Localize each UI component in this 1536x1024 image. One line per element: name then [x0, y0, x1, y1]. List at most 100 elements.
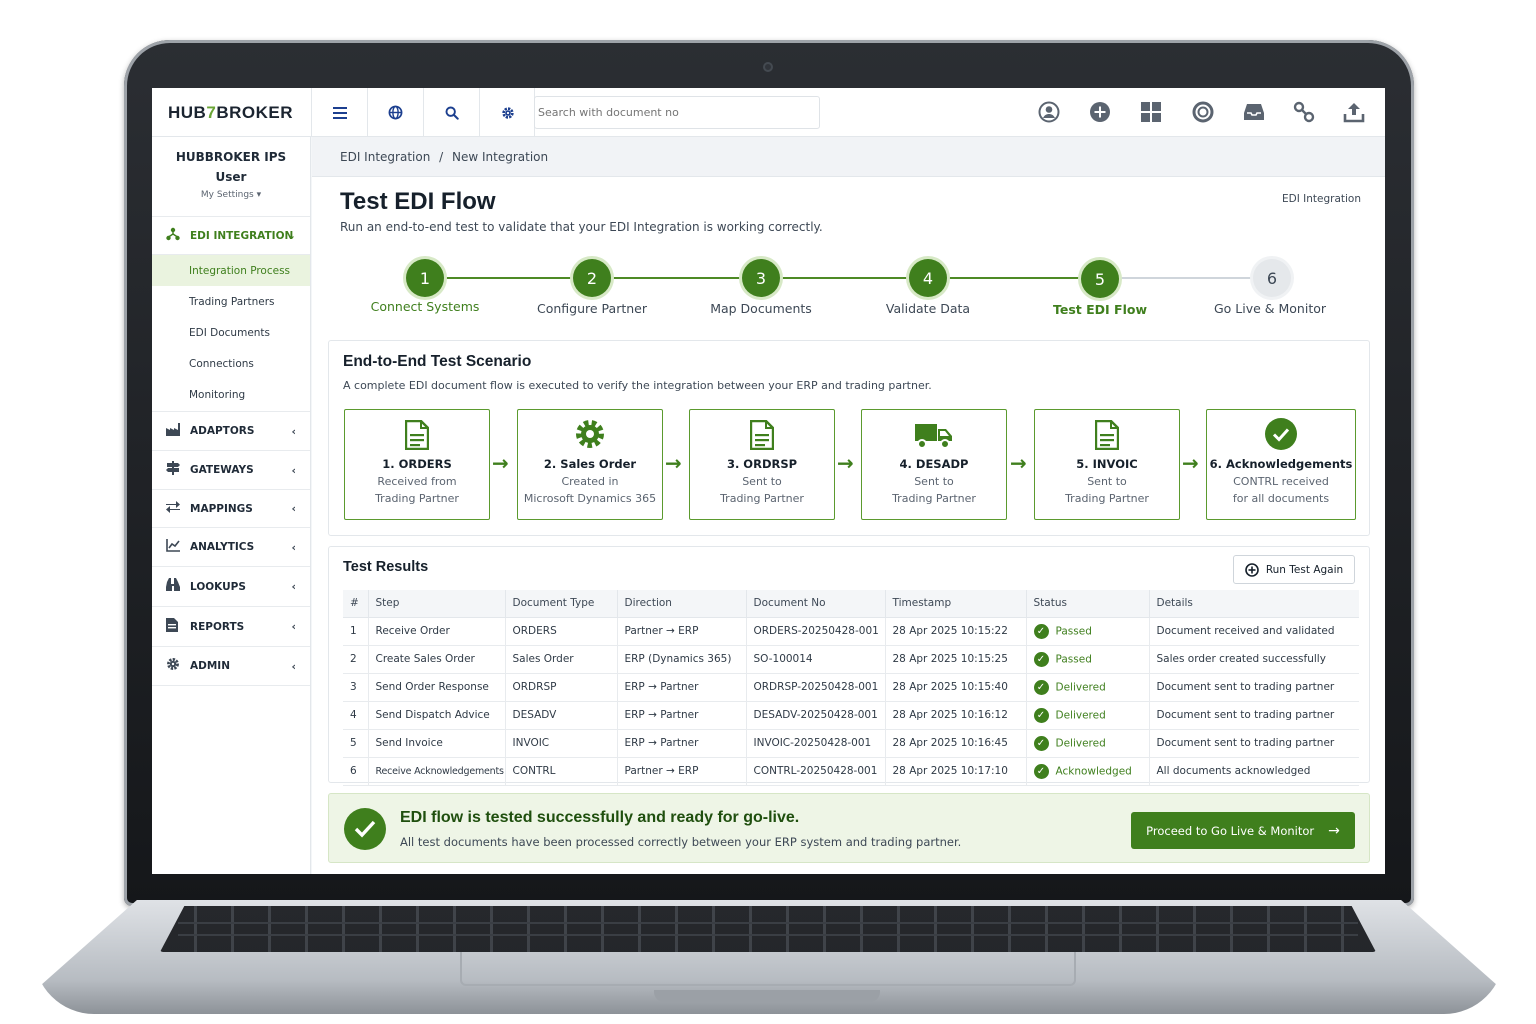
sidebar-group-mappings[interactable]: MAPPINGS ‹ [152, 490, 310, 528]
app-screen: HUB7BROKER Search with document no HUBBR… [152, 88, 1385, 874]
sidebar-item-trading-partners[interactable]: Trading Partners [152, 286, 310, 317]
plus-circle-icon[interactable] [1089, 101, 1111, 123]
globe-button[interactable] [367, 88, 423, 137]
flow-step-desc: Trading Partner [720, 492, 804, 505]
cell-timestamp: 28 Apr 2025 10:15:25 [885, 645, 1027, 674]
column-header[interactable]: # [343, 590, 369, 618]
table-row[interactable]: 6 Receive Acknowledgements CONTRL Partne… [343, 757, 1359, 786]
cell-doc-type: INVOIC [505, 729, 618, 758]
check-circle-icon: ✓ [1033, 707, 1049, 723]
inbox-icon[interactable] [1243, 101, 1265, 123]
sidebar-item-edi-documents[interactable]: EDI Documents [152, 317, 310, 348]
flow-step-title: 3. ORDRSP [726, 457, 798, 471]
upload-icon[interactable] [1343, 101, 1365, 123]
step-2-circle[interactable]: 2 [573, 259, 611, 297]
logo-accent: 7 [206, 103, 217, 122]
table-row[interactable]: 2 Create Sales Order Sales Order ERP (Dy… [343, 645, 1359, 674]
document-icon [1035, 410, 1179, 450]
step-6-label: Go Live & Monitor [1213, 301, 1327, 316]
breadcrumb-parent[interactable]: EDI Integration [340, 150, 430, 164]
sidebar-group-admin[interactable]: ADMIN ‹ [152, 647, 310, 686]
table-row[interactable]: 4 Send Dispatch Advice DESADV ERP → Part… [343, 701, 1359, 730]
menu-icon [332, 106, 347, 119]
link-icon[interactable] [1293, 101, 1315, 123]
sidebar-item-integration-process[interactable]: Integration Process [152, 255, 310, 286]
flow-step-title: 1. ORDERS [382, 457, 452, 471]
support-icon[interactable] [1192, 101, 1214, 123]
flow-step-desc: Microsoft Dynamics 365 [523, 492, 657, 505]
table-row[interactable]: 5 Send Invoice INVOIC ERP → Partner INVO… [343, 729, 1359, 758]
user-circle-icon[interactable] [1038, 101, 1060, 123]
column-header[interactable]: Status [1026, 590, 1150, 618]
run-test-again-button[interactable]: Run Test Again [1233, 555, 1355, 584]
step-2-label: Configure Partner [537, 301, 647, 316]
cell-status: ✓ Acknowledged [1026, 757, 1150, 786]
column-header[interactable]: Step [368, 590, 506, 618]
page-context-label: EDI Integration [1281, 193, 1361, 205]
menu-button[interactable] [311, 88, 367, 137]
chevron-left-icon: ‹ [291, 620, 296, 633]
chevron-down-icon: ⌄ [286, 229, 296, 242]
cell-num: 2 [343, 645, 369, 674]
document-icon [690, 410, 834, 450]
brand-logo[interactable]: HUB7BROKER [168, 103, 293, 123]
sidebar-group-analytics[interactable]: ANALYTICS ‹ [152, 528, 310, 567]
sidebar-item-monitoring[interactable]: Monitoring [152, 379, 310, 412]
sidebar-group-label: ADAPTORS [190, 425, 255, 437]
column-header[interactable]: Document Type [505, 590, 618, 618]
step-1-label: Connect Systems [370, 299, 480, 314]
breadcrumb-current: New Integration [452, 150, 549, 164]
step-5-circle[interactable]: 5 [1081, 260, 1119, 298]
sidebar-group-gateways[interactable]: GATEWAYS ‹ [152, 451, 310, 490]
cell-num: 1 [343, 617, 369, 646]
cell-num: 4 [343, 701, 369, 730]
cell-doc-no: SO-100014 [746, 645, 886, 674]
search-input[interactable] [534, 96, 820, 129]
arrow-right-icon: → [837, 451, 854, 475]
step-connector [935, 277, 1085, 279]
network-icon [166, 227, 184, 245]
column-header[interactable]: Timestamp [885, 590, 1027, 618]
step-connector [1107, 277, 1257, 279]
table-row[interactable]: 3 Send Order Response ORDRSP ERP → Partn… [343, 673, 1359, 702]
search-button[interactable] [423, 88, 479, 137]
report-icon [166, 617, 184, 636]
truck-icon [862, 410, 1006, 450]
proceed-go-live-button[interactable]: Proceed to Go Live & Monitor → [1131, 812, 1355, 849]
table-row[interactable]: 1 Receive Order ORDERS Partner → ERP ORD… [343, 617, 1359, 646]
step-3-label: Map Documents [710, 301, 812, 316]
cell-doc-no: CONTRL-20250428-001 [746, 757, 886, 786]
flow-step-desc: Trading Partner [892, 492, 976, 505]
step-1-circle[interactable]: 1 [406, 259, 444, 297]
column-header[interactable]: Document No [746, 590, 886, 618]
step-6-circle[interactable]: 6 [1253, 259, 1291, 297]
step-3-circle[interactable]: 3 [742, 259, 780, 297]
sidebar-item-connections[interactable]: Connections [152, 348, 310, 379]
scenario-title: End-to-End Test Scenario [343, 353, 532, 370]
grid-icon[interactable] [1140, 101, 1162, 123]
globe-icon [388, 105, 403, 120]
cell-details: All documents acknowledged [1149, 757, 1359, 786]
settings-button[interactable] [479, 88, 535, 137]
sidebar-group-reports[interactable]: REPORTS ‹ [152, 607, 310, 647]
my-settings-link[interactable]: My Settings ▾ [152, 190, 310, 200]
cell-details: Document received and validated [1149, 617, 1359, 646]
webcam [763, 62, 773, 72]
flow-step-title: 6. Acknowledgements [1209, 457, 1353, 471]
step-4-circle[interactable]: 4 [909, 259, 947, 297]
sidebar-group-lookups[interactable]: LOOKUPS ‹ [152, 567, 310, 607]
cell-details: Sales order created successfully [1149, 645, 1359, 674]
column-header[interactable]: Details [1149, 590, 1359, 618]
cell-doc-type: DESADV [505, 701, 618, 730]
column-header[interactable]: Direction [617, 590, 747, 618]
user-name: HUBBROKER IPS [175, 150, 287, 164]
logo-part: BROKER [216, 103, 293, 122]
arrow-right-icon: → [1328, 822, 1340, 839]
step-connector [599, 277, 749, 279]
flow-step-desc: Received from [377, 475, 457, 488]
sidebar-group-adaptors[interactable]: ADAPTORS ‹ [152, 412, 310, 451]
cell-doc-no: ORDRSP-20250428-001 [746, 673, 886, 702]
sidebar-group-edi-integration[interactable]: EDI INTEGRATION ⌄ [152, 217, 310, 255]
status-badge: Acknowledged [1055, 765, 1132, 777]
cell-step: Send Invoice [368, 729, 506, 758]
